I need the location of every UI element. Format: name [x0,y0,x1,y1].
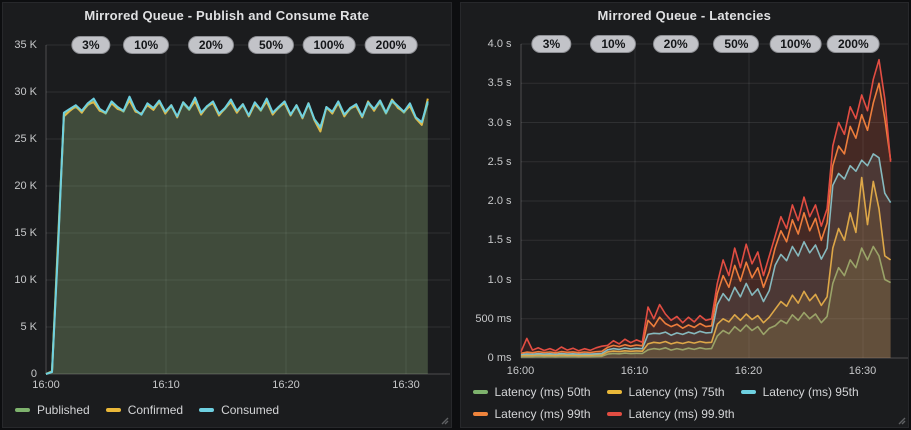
legend: Latency (ms) 50th Latency (ms) 75th Latenc… [473,385,903,421]
y-tick-label: 2.5 s [461,155,512,169]
series-area [46,97,428,374]
annotation-badge[interactable]: 3% [532,35,571,53]
x-tick-label: 16:00 [32,379,60,391]
x-tick-label: 16:30 [849,365,877,377]
legend-label: Latency (ms) 99.9th [629,407,735,421]
y-tick-label: 30 K [3,85,37,99]
y-tick-label: 1.5 s [461,233,512,247]
legend-swatch [607,412,622,416]
legend-item[interactable]: Latency (ms) 99th [473,407,591,421]
annotation-badge[interactable]: 10% [590,35,636,53]
legend-swatch [741,390,756,394]
x-tick-label: 16:10 [621,365,649,377]
y-tick-label: 3.0 s [461,116,512,130]
x-tick-label: 16:20 [735,365,763,377]
annotation-badge[interactable]: 200% [365,36,418,54]
annotation-badge[interactable]: 20% [188,36,234,54]
panel-resize-handle-icon[interactable] [897,416,906,425]
grafana-dashboard: Mirrored Queue - Publish and Consume Rat… [0,0,911,430]
legend-swatch [607,390,622,394]
annotation-badge[interactable]: 100% [769,35,822,53]
panel-latencies: Mirrored Queue - Latencies 0 ms 500 ms 1.0… [460,2,910,428]
y-tick-label: 15 K [3,226,37,240]
legend-swatch [15,408,30,412]
legend: Published Confirmed Consumed [15,403,445,417]
y-tick-label: 500 ms [461,312,512,326]
series-area [521,60,891,358]
y-tick-label: 3.5 s [461,76,512,90]
y-tick-label: 20 K [3,179,37,193]
panel-title[interactable]: Mirrored Queue - Latencies [461,8,909,23]
legend-label: Confirmed [128,403,183,417]
y-tick-label: 2.0 s [461,194,512,208]
y-tick-label: 25 K [3,132,37,146]
legend-item[interactable]: Latency (ms) 75th [607,385,725,399]
y-tick-label: 0 ms [461,351,512,365]
y-tick-label: 35 K [3,38,37,52]
legend-swatch [106,408,121,412]
legend-item[interactable]: Published [15,403,90,417]
annotation-badge[interactable]: 20% [653,35,699,53]
annotation-badge[interactable]: 50% [713,35,759,53]
panel-publish-consume-rate: Mirrored Queue - Publish and Consume Rat… [2,2,452,428]
annotation-badge[interactable]: 50% [248,36,294,54]
legend-swatch [473,390,488,394]
y-tick-label: 10 K [3,273,37,287]
legend-item[interactable]: Confirmed [106,403,183,417]
annotation-badge[interactable]: 3% [71,36,110,54]
annotation-badge[interactable]: 200% [827,35,880,53]
y-tick-label: 1.0 s [461,273,512,287]
legend-item[interactable]: Latency (ms) 99.9th [607,407,735,421]
legend-swatch [199,408,214,412]
legend-label: Published [37,403,90,417]
legend-label: Latency (ms) 50th [495,385,591,399]
annotation-badge[interactable]: 100% [302,36,355,54]
legend-item[interactable]: Latency (ms) 95th [741,385,859,399]
annotation-badge[interactable]: 10% [123,36,169,54]
plot-area[interactable] [521,44,908,358]
legend-swatch [473,412,488,416]
panel-resize-handle-icon[interactable] [440,416,449,425]
legend-label: Latency (ms) 95th [763,385,859,399]
legend-label: Latency (ms) 75th [629,385,725,399]
y-tick-label: 5 K [3,320,37,334]
x-tick-label: 16:00 [507,365,535,377]
plot-area[interactable] [46,45,450,374]
x-tick-label: 16:30 [392,379,420,391]
legend-label: Latency (ms) 99th [495,407,591,421]
panel-title[interactable]: Mirrored Queue - Publish and Consume Rat… [3,8,451,23]
x-tick-label: 16:20 [272,379,300,391]
legend-label: Consumed [221,403,279,417]
x-tick-label: 16:10 [152,379,180,391]
y-tick-label: 4.0 s [461,37,512,51]
legend-item[interactable]: Latency (ms) 50th [473,385,591,399]
legend-item[interactable]: Consumed [199,403,279,417]
